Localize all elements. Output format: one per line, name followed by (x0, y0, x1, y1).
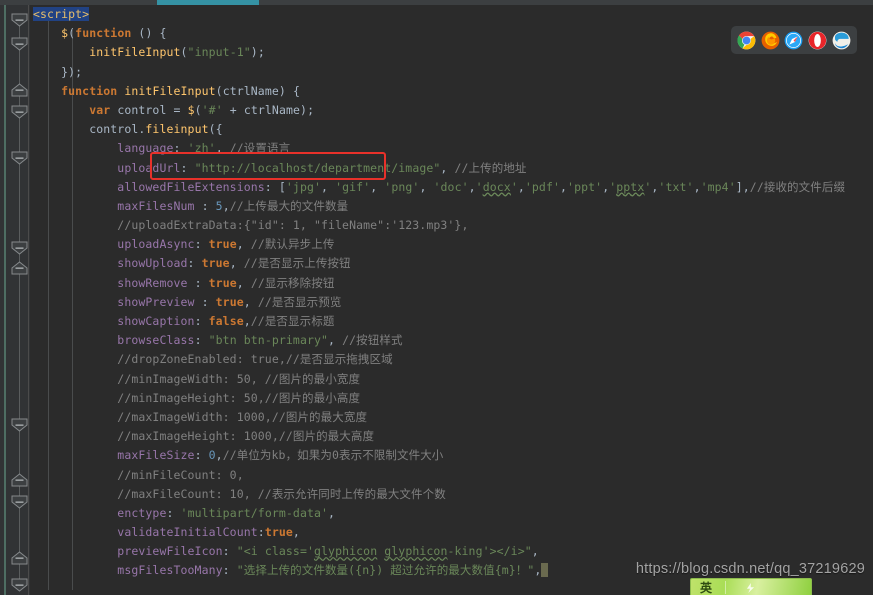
code-line[interactable]: maxFileSize: 0,//单位为kb，如果为0表示不限制文件大小 (33, 446, 873, 465)
fold-marker-down[interactable] (11, 13, 28, 27)
ime-mode-label: 英 (700, 581, 713, 595)
code-line[interactable]: //uploadExtraData:{"id": 1, "fileName":'… (33, 216, 873, 235)
code-line[interactable]: //minFileCount: 0, (33, 466, 873, 485)
code-content[interactable]: <script> $(function () { initFileInput("… (33, 5, 873, 581)
opera-icon[interactable] (808, 31, 827, 50)
gutter-vcs-marker (4, 5, 6, 595)
fold-marker-down[interactable] (11, 578, 28, 592)
fold-marker-up[interactable] (11, 261, 28, 275)
code-line[interactable]: <script> (33, 5, 873, 24)
fold-marker-down[interactable] (11, 151, 28, 165)
ide-editor-window: <script> $(function () { initFileInput("… (0, 0, 873, 595)
fold-marker-down[interactable] (11, 495, 28, 509)
gutter-divider (28, 5, 29, 595)
text-caret (541, 563, 549, 578)
code-line[interactable]: showPreview : true, //是否显示预览 (33, 293, 873, 312)
fold-marker-down[interactable] (11, 241, 28, 255)
code-line[interactable]: var control = $('#' + ctrlName); (33, 101, 873, 120)
chrome-icon[interactable] (737, 31, 756, 50)
fold-marker-up[interactable] (11, 473, 28, 487)
code-line[interactable]: showRemove : true, //显示移除按钮 (33, 274, 873, 293)
safari-icon[interactable] (784, 31, 803, 50)
fold-marker-up[interactable] (11, 551, 28, 565)
code-line[interactable]: browseClass: "btn btn-primary", //按钮样式 (33, 331, 873, 350)
code-line[interactable]: //minImageWidth: 50, //图片的最小宽度 (33, 370, 873, 389)
code-line[interactable]: enctype: 'multipart/form-data', (33, 504, 873, 523)
fold-marker-down[interactable] (11, 37, 28, 51)
code-line[interactable]: validateInitialCount:true, (33, 523, 873, 542)
code-line[interactable]: //maxImageWidth: 1000,//图片的最大宽度 (33, 408, 873, 427)
ime-lightning-icon (746, 583, 755, 593)
code-line[interactable]: showCaption: false,//是否显示标题 (33, 312, 873, 331)
code-line[interactable]: maxFilesNum : 5,//上传最大的文件数量 (33, 197, 873, 216)
code-line[interactable]: uploadUrl: "http://localhost/department/… (33, 159, 873, 178)
fold-marker-down[interactable] (11, 105, 28, 119)
edge-icon[interactable] (832, 31, 851, 50)
code-line[interactable]: showUpload: true, //是否显示上传按钮 (33, 254, 873, 273)
code-line[interactable]: //dropZoneEnabled: true,//是否显示拖拽区域 (33, 350, 873, 369)
code-line[interactable]: function initFileInput(ctrlName) { (33, 82, 873, 101)
code-line[interactable]: uploadAsync: true, //默认异步上传 (33, 235, 873, 254)
watermark-url: https://blog.csdn.net/qq_37219629 (635, 561, 865, 577)
code-line[interactable]: control.fileinput({ (33, 120, 873, 139)
ime-status-bar[interactable]: 英 (690, 578, 812, 595)
code-line[interactable]: }); (33, 63, 873, 82)
fold-marker-up[interactable] (11, 83, 28, 97)
fold-marker-down[interactable] (11, 418, 28, 432)
code-line[interactable]: //maxImageHeight: 1000,//图片的最大高度 (33, 427, 873, 446)
code-line[interactable]: //minImageHeight: 50,//图片的最小高度 (33, 389, 873, 408)
firefox-icon[interactable] (761, 31, 780, 50)
code-line[interactable]: previewFileIcon: "<i class='glyphicon gl… (33, 542, 873, 561)
code-line[interactable]: allowedFileExtensions: ['jpg', 'gif', 'p… (33, 178, 873, 197)
code-line[interactable]: language: 'zh', //设置语言 (33, 139, 873, 158)
ime-divider (725, 581, 726, 594)
browser-preview-bar[interactable] (731, 26, 857, 54)
code-line[interactable]: //maxFileCount: 10, //表示允许同时上传的最大文件个数 (33, 485, 873, 504)
